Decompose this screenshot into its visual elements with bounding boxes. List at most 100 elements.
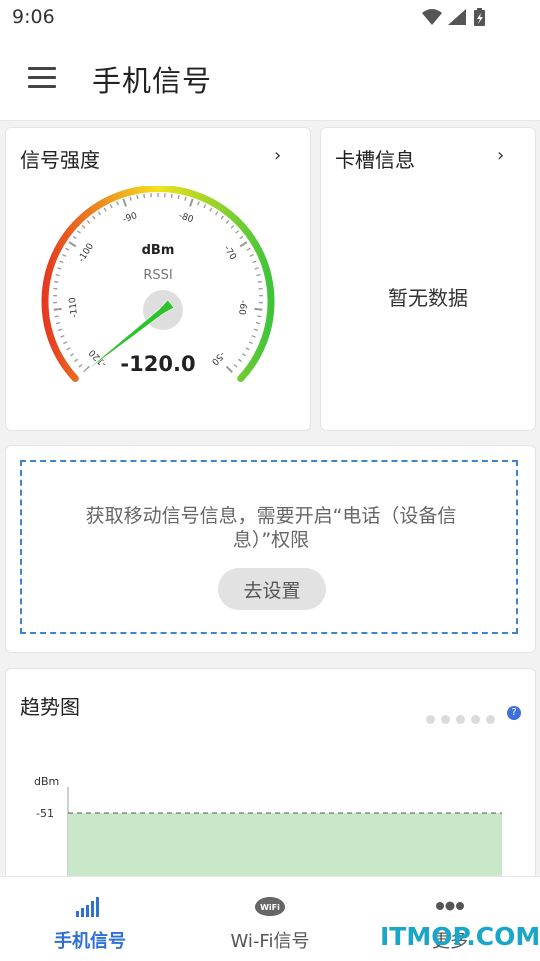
tab-mobile-signal[interactable]: 手机信号 bbox=[0, 877, 180, 961]
tab-label: Wi-Fi信号 bbox=[180, 927, 360, 953]
gauge-major-tick bbox=[227, 367, 233, 373]
permission-message: 获取移动信号信息，需要开启“电话（设备信息）”权限 bbox=[62, 504, 480, 552]
gauge-metric: RSSI bbox=[143, 268, 172, 283]
page-dot[interactable] bbox=[456, 715, 465, 724]
gauge-minor-tick bbox=[221, 216, 223, 219]
page-dot[interactable] bbox=[426, 715, 435, 724]
gauge-minor-tick bbox=[79, 364, 82, 367]
gauge-major-tick bbox=[123, 199, 126, 207]
gauge-minor-tick bbox=[62, 255, 66, 257]
watermark-text: ITMOP.COM bbox=[380, 922, 540, 951]
gauge-major-tick bbox=[69, 242, 76, 246]
gauge-minor-tick bbox=[242, 354, 245, 356]
gauge-minor-tick bbox=[238, 359, 241, 361]
gauge-minor-tick bbox=[234, 364, 237, 367]
gauge-minor-tick bbox=[254, 329, 258, 330]
page-dot[interactable] bbox=[471, 715, 480, 724]
gauge-tick-label: -110 bbox=[68, 296, 80, 318]
gauge-tick-label: -90 bbox=[122, 211, 139, 225]
signal-strength-card[interactable]: 信号强度 › -120-110-100-90-80-70-60-50 dBm R… bbox=[5, 127, 311, 431]
gauge-minor-tick bbox=[178, 195, 179, 199]
chevron-right-icon[interactable]: › bbox=[274, 145, 281, 166]
gauge-tick-label: -50 bbox=[209, 349, 227, 367]
gauge-minor-tick bbox=[73, 236, 76, 238]
chart-ylabel: dBm bbox=[34, 775, 59, 788]
gauge-minor-tick bbox=[98, 212, 100, 215]
trend-chart: dBm -51 bbox=[20, 739, 518, 899]
gauge-minor-tick bbox=[56, 275, 60, 276]
gauge-minor-tick bbox=[246, 348, 249, 350]
page-dot[interactable] bbox=[486, 715, 495, 724]
gauge-minor-tick bbox=[66, 248, 70, 250]
gauge-value: -120.0 bbox=[120, 352, 195, 376]
gauge-minor-tick bbox=[93, 216, 95, 219]
gauge-tick-label: -80 bbox=[177, 211, 194, 225]
trend-title: 趋势图 bbox=[20, 691, 80, 720]
chart-y-tick: -51 bbox=[36, 807, 54, 820]
status-bar: 9:06 bbox=[0, 0, 540, 36]
gauge-minor-tick bbox=[250, 255, 254, 257]
gauge-major-tick bbox=[254, 309, 262, 310]
gauge-minor-tick bbox=[77, 231, 80, 234]
signal-strength-title: 信号强度 bbox=[20, 144, 100, 173]
permission-dashed-box: 获取移动信号信息，需要开启“电话（设备信息）”权限 去设置 bbox=[20, 460, 518, 634]
svg-text:WiFi: WiFi bbox=[260, 903, 280, 912]
wifi-status-icon bbox=[422, 9, 442, 25]
permission-card: 获取移动信号信息，需要开启“电话（设备信息）”权限 去设置 bbox=[5, 445, 536, 653]
gauge-minor-tick bbox=[210, 208, 212, 211]
signal-gauge: -120-110-100-90-80-70-60-50 dBm RSSI -12… bbox=[40, 186, 276, 386]
gauge-minor-tick bbox=[67, 348, 70, 350]
gauge-tick-label: -120 bbox=[87, 347, 109, 369]
tab-label: 手机信号 bbox=[0, 927, 180, 953]
status-time: 9:06 bbox=[12, 6, 55, 28]
gauge-minor-tick bbox=[231, 225, 234, 228]
gauge-minor-tick bbox=[258, 282, 262, 283]
gauge-minor-tick bbox=[57, 268, 61, 269]
gauge-minor-tick bbox=[216, 212, 218, 215]
sim-slot-card[interactable]: 卡槽信息 › 暂无数据 bbox=[320, 127, 536, 431]
gauge-major-tick bbox=[54, 309, 62, 310]
gauge-minor-tick bbox=[204, 204, 206, 208]
gauge-tick-labels: -120-110-100-90-80-70-60-50 bbox=[68, 211, 248, 369]
gauge-minor-tick bbox=[257, 316, 261, 317]
page-dot[interactable] bbox=[441, 715, 450, 724]
cell-signal-icon bbox=[448, 9, 466, 25]
gauge-minor-tick bbox=[61, 336, 65, 337]
gauge-minor-tick bbox=[110, 204, 112, 208]
gauge-minor-tick bbox=[247, 248, 251, 250]
gauge-minor-tick bbox=[240, 236, 243, 238]
help-icon[interactable]: ? bbox=[507, 706, 521, 720]
gauge-minor-tick bbox=[253, 261, 257, 262]
gauge-unit: dBm bbox=[142, 243, 175, 258]
gauge-minor-tick bbox=[249, 342, 253, 344]
gauge-minor-tick bbox=[172, 194, 173, 198]
hamburger-menu-icon[interactable] bbox=[28, 67, 56, 89]
tab-wifi-signal[interactable]: WiFi Wi-Fi信号 bbox=[180, 877, 360, 961]
gauge-minor-tick bbox=[185, 197, 186, 201]
gauge-minor-tick bbox=[130, 197, 131, 201]
page-indicator[interactable] bbox=[420, 709, 495, 728]
gauge-minor-tick bbox=[70, 354, 73, 356]
gauge-minor-tick bbox=[255, 268, 259, 269]
gauge-minor-tick bbox=[87, 220, 90, 223]
gauge-minor-tick bbox=[104, 208, 106, 211]
gauge-minor-tick bbox=[137, 195, 138, 199]
gauge-tick-label: -60 bbox=[236, 300, 248, 316]
gauge-minor-tick bbox=[256, 323, 260, 324]
gauge-minor-tick bbox=[54, 282, 58, 283]
gauge-minor-tick bbox=[117, 201, 119, 205]
chevron-right-icon[interactable]: › bbox=[497, 145, 504, 166]
gauge-minor-tick bbox=[256, 275, 260, 276]
gauge-minor-tick bbox=[58, 329, 62, 330]
go-settings-button[interactable]: 去设置 bbox=[218, 568, 326, 610]
empty-state-text: 暂无数据 bbox=[321, 282, 535, 311]
wifi-badge-icon: WiFi bbox=[253, 895, 287, 917]
gauge-arc bbox=[45, 188, 271, 378]
gauge-minor-tick bbox=[55, 316, 59, 317]
gauge-minor-tick bbox=[82, 225, 85, 228]
gauge-minor-tick bbox=[236, 231, 239, 234]
sim-slot-title: 卡槽信息 bbox=[335, 144, 415, 173]
signal-bars-icon bbox=[76, 897, 102, 917]
gauge-minor-tick bbox=[252, 336, 256, 337]
battery-charging-icon bbox=[474, 8, 485, 26]
